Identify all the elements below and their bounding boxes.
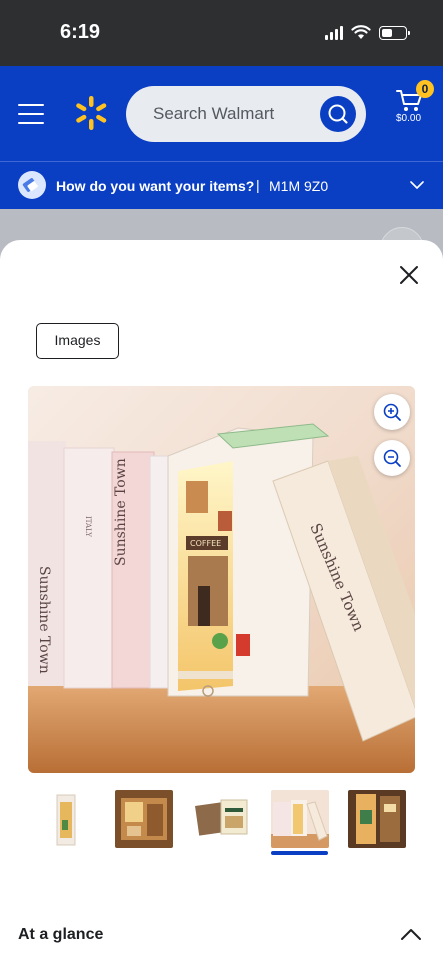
tab-images[interactable]: Images: [36, 323, 119, 359]
status-bar: 6:19: [0, 0, 443, 66]
thumbnail-5[interactable]: [348, 790, 406, 848]
thumbnail-strip: [0, 790, 443, 860]
at-a-glance-title: At a glance: [18, 926, 104, 943]
postal-code: M1M 9Z0: [269, 178, 329, 194]
zoom-out-icon: [383, 449, 401, 467]
delivery-separator: |: [256, 177, 260, 193]
status-icons: [325, 25, 410, 40]
delivery-options-bar[interactable]: How do you want your items? | M1M 9Z0: [0, 161, 443, 209]
chevron-down-icon: [410, 181, 424, 189]
app-header: Search Walmart 0 $0.00: [0, 66, 443, 161]
thumbnail-2[interactable]: [115, 790, 173, 848]
wifi-icon: [351, 25, 371, 39]
search-input[interactable]: Search Walmart: [126, 86, 366, 142]
status-time: 6:19: [60, 21, 101, 43]
product-main-image: Sunshine Town Sunshine Town ITALY COFFEE…: [28, 386, 415, 773]
thumbnail-4-selected[interactable]: [271, 790, 329, 848]
cart-count-badge: 0: [416, 80, 434, 98]
battery-icon: [379, 25, 410, 40]
book-spine-small-text: ITALY: [84, 516, 92, 537]
close-icon[interactable]: [398, 264, 420, 286]
zoom-in-icon: [383, 403, 401, 421]
search-icon: [328, 104, 348, 124]
search-button[interactable]: [320, 96, 356, 132]
selected-thumbnail-indicator: [271, 851, 328, 855]
book-spine-text: Sunshine Town: [36, 566, 52, 674]
zoom-in-button[interactable]: [374, 394, 410, 430]
hamburger-menu-icon[interactable]: [18, 104, 44, 124]
cart-button[interactable]: 0 $0.00: [392, 80, 436, 136]
shop-sign-text: COFFEE: [190, 539, 221, 548]
at-a-glance-section[interactable]: At a glance: [0, 910, 443, 958]
delivery-question: How do you want your items?: [56, 178, 255, 194]
delivery-method-icon: [18, 171, 46, 199]
cellular-signal-icon: [325, 25, 343, 40]
zoom-out-button[interactable]: [374, 440, 410, 476]
chevron-up-icon: [401, 929, 421, 940]
book-spine-text: Sunshine Town: [113, 458, 129, 566]
cart-total: $0.00: [396, 113, 422, 124]
thumbnail-3[interactable]: [193, 790, 251, 848]
thumbnail-1[interactable]: [36, 790, 94, 848]
book-nook-illustration: Sunshine Town Sunshine Town ITALY COFFEE…: [28, 386, 415, 773]
walmart-spark-logo-icon[interactable]: [72, 94, 110, 132]
search-placeholder: Search Walmart: [153, 104, 275, 123]
image-viewer-sheet: Images Sunshine Town Sunshine Town ITALY…: [0, 240, 443, 960]
